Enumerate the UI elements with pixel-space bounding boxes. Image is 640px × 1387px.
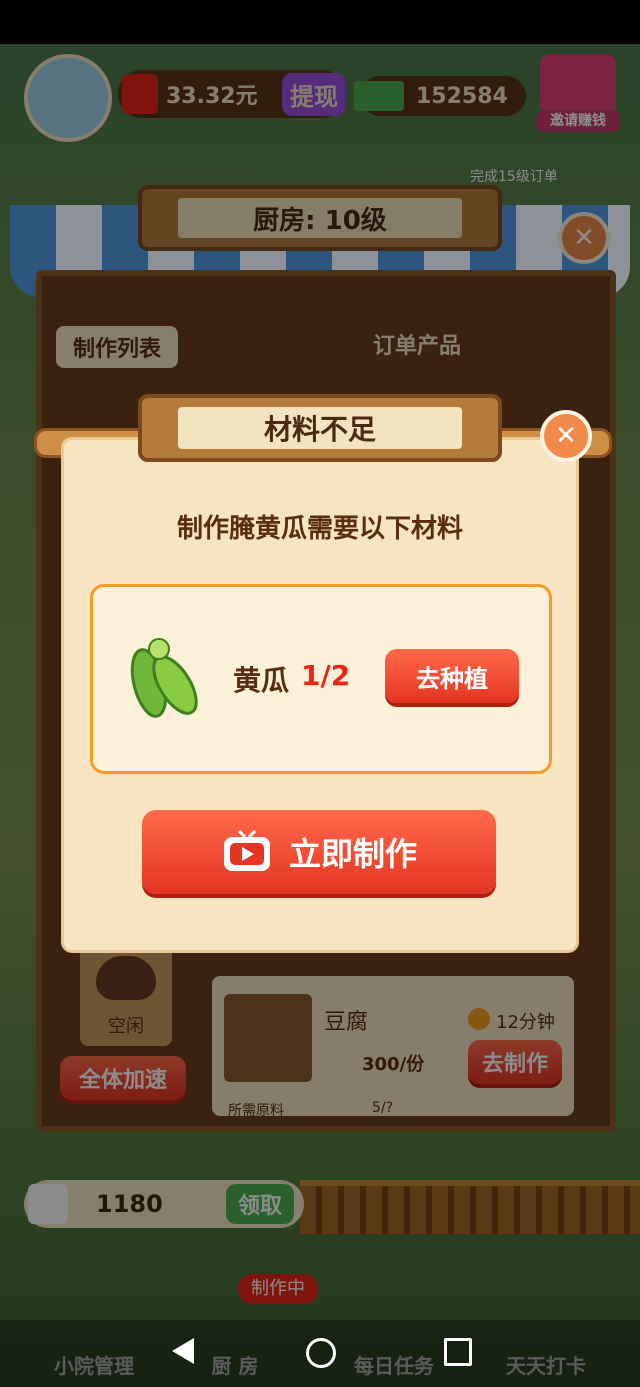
reward-pill: 1180 领取	[24, 1180, 304, 1228]
product-price: 300/份	[362, 1054, 425, 1075]
material-line: 黄瓜 1/2	[233, 659, 350, 699]
cooking-slot[interactable]: 空闲	[80, 946, 172, 1046]
tofu-icon	[224, 994, 312, 1082]
go-plant-button[interactable]: 去种植	[385, 649, 519, 703]
material-name: 黄瓜	[233, 664, 290, 697]
dialog-message: 制作腌黄瓜需要以下材料	[176, 514, 463, 544]
kitchen-close-icon[interactable]: ✕	[558, 212, 610, 264]
home-icon[interactable]	[306, 1338, 336, 1368]
recents-icon[interactable]	[444, 1338, 472, 1366]
materials-label: 所需原料	[228, 1103, 284, 1119]
calendar-icon	[28, 1184, 68, 1224]
make-list-title: 制作列表	[56, 326, 178, 368]
product-timer: 12分钟	[496, 1012, 555, 1033]
gift-icon[interactable]	[540, 54, 616, 114]
slot-status: 空闲	[108, 1016, 144, 1037]
invite-label[interactable]: 邀请赚钱	[536, 110, 620, 132]
order-header: 订单产品	[372, 334, 461, 359]
cash-pill: 33.32元 提现	[118, 70, 346, 118]
coin-amount: 152584	[416, 83, 508, 109]
dialog-title-plank: 材料不足	[138, 394, 502, 462]
kitchen-title-plank: 厨房: 10级	[138, 185, 502, 251]
speed-all-button[interactable]: 全体加速	[60, 1056, 186, 1100]
background-hint: 完成15级订单	[470, 169, 558, 185]
make-now-label: 立即制作	[288, 835, 417, 873]
product-name: 豆腐	[324, 1010, 369, 1035]
system-nav-bar	[0, 1320, 640, 1387]
product-card: 豆腐 300/份 12分钟 去制作 所需原料 5/?	[212, 976, 574, 1119]
cucumber-icon	[130, 638, 198, 718]
materials-count: 5/?	[372, 1100, 394, 1116]
fence-right	[300, 1180, 640, 1234]
insufficient-materials-dialog: 制作腌黄瓜需要以下材料 黄瓜 1/2 去种植 立即制作	[64, 440, 576, 950]
status-bar	[0, 0, 640, 44]
making-badge: 制作中	[238, 1274, 318, 1304]
material-count: 1/2	[301, 659, 351, 692]
shop-avatar[interactable]	[24, 54, 112, 142]
kitchen-title: 厨房: 10级	[177, 197, 463, 239]
alarm-clock-icon	[468, 1008, 490, 1030]
coin-pill: 152584	[354, 76, 526, 116]
make-now-button[interactable]: 立即制作	[142, 810, 496, 894]
material-box: 黄瓜 1/2 去种植	[90, 584, 552, 774]
dialog-close-icon[interactable]: ✕	[540, 410, 592, 462]
cash-amount: 33.32元	[166, 84, 258, 109]
back-icon[interactable]	[172, 1338, 194, 1364]
make-product-button[interactable]: 去制作	[468, 1040, 562, 1084]
reward-amount: 1180	[96, 1190, 163, 1218]
tv-play-icon	[223, 829, 270, 871]
cash-icon	[354, 81, 404, 111]
dialog-title: 材料不足	[177, 407, 463, 449]
red-envelope-icon	[122, 74, 158, 114]
pot-icon	[96, 956, 156, 1000]
withdraw-button[interactable]: 提现	[282, 72, 346, 116]
claim-button[interactable]: 领取	[225, 1184, 294, 1224]
